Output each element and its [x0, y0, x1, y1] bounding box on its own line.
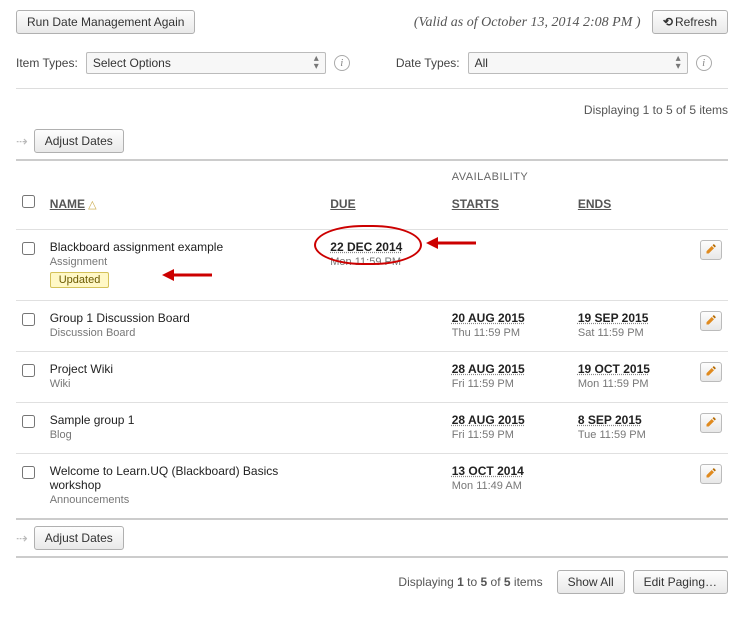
topbar-right: (Valid as of October 13, 2014 2:08 PM ) … — [414, 10, 728, 34]
table-row: Welcome to Learn.UQ (Blackboard) Basics … — [16, 454, 728, 519]
item-type: Assignment — [50, 256, 319, 268]
end-date[interactable]: 19 SEP 2015 — [578, 311, 688, 325]
select-all-checkbox[interactable] — [22, 195, 35, 208]
col-header-starts[interactable]: STARTS — [452, 197, 499, 211]
edit-row-button[interactable] — [700, 362, 722, 382]
refresh-icon: ⟳ — [663, 15, 673, 29]
start-date[interactable]: 28 AUG 2015 — [452, 413, 566, 427]
items-table: NAME△ DUE AVAILABILITY STARTS ENDS Black… — [16, 161, 728, 518]
info-icon[interactable]: i — [696, 55, 712, 71]
valid-as-of-text: (Valid as of October 13, 2014 2:08 PM ) — [414, 15, 641, 30]
move-arrow-icon: ⇢ — [16, 530, 28, 547]
edit-row-button[interactable] — [700, 311, 722, 331]
item-type: Wiki — [50, 378, 319, 390]
due-time: Mon 11:59 PM — [330, 256, 439, 268]
date-types-select[interactable]: All ▴▾ — [468, 52, 688, 74]
end-time: Tue 11:59 PM — [578, 429, 688, 441]
end-time: Sat 11:59 PM — [578, 327, 688, 339]
item-types-label: Item Types: — [16, 56, 78, 70]
item-name: Project Wiki — [50, 362, 319, 376]
table-row: Sample group 1 Blog 28 AUG 2015 Fri 11:5… — [16, 403, 728, 454]
pencil-icon — [705, 467, 717, 482]
start-time: Fri 11:59 PM — [452, 429, 566, 441]
edit-row-button[interactable] — [700, 240, 722, 260]
display-count-bottom: Displaying 1 to 5 of 5 items — [398, 575, 542, 589]
edit-row-button[interactable] — [700, 464, 722, 484]
table-row: Project Wiki Wiki 28 AUG 2015 Fri 11:59 … — [16, 352, 728, 403]
start-time: Fri 11:59 PM — [452, 378, 566, 390]
display-count-top: Displaying 1 to 5 of 5 items — [16, 89, 728, 125]
row-checkbox[interactable] — [22, 466, 35, 479]
item-name: Sample group 1 — [50, 413, 319, 427]
dropdown-arrows-icon: ▴▾ — [314, 55, 319, 71]
start-date[interactable]: 20 AUG 2015 — [452, 311, 566, 325]
table-row: Blackboard assignment example Assignment… — [16, 230, 728, 301]
item-types-select[interactable]: Select Options ▴▾ — [86, 52, 326, 74]
pencil-icon — [705, 365, 717, 380]
refresh-label: Refresh — [675, 15, 717, 29]
pencil-icon — [705, 416, 717, 431]
item-type: Discussion Board — [50, 327, 319, 339]
adjust-dates-button[interactable]: Adjust Dates — [34, 526, 124, 550]
annotation-arrow-icon — [162, 266, 212, 287]
end-date[interactable]: 19 OCT 2015 — [578, 362, 688, 376]
table-row: Group 1 Discussion Board Discussion Boar… — [16, 301, 728, 352]
move-arrow-icon: ⇢ — [16, 133, 28, 150]
col-header-due[interactable]: DUE — [330, 197, 355, 211]
dropdown-arrows-icon: ▴▾ — [676, 55, 681, 71]
sort-asc-icon: △ — [88, 199, 96, 211]
end-date[interactable]: 8 SEP 2015 — [578, 413, 688, 427]
start-time: Mon 11:49 AM — [452, 480, 566, 492]
item-types-value: Select Options — [93, 56, 171, 70]
item-type: Blog — [50, 429, 319, 441]
item-type: Announcements — [50, 494, 319, 506]
item-name: Blackboard assignment example — [50, 240, 319, 254]
start-date[interactable]: 13 OCT 2014 — [452, 464, 566, 478]
pencil-icon — [705, 243, 717, 258]
item-name: Welcome to Learn.UQ (Blackboard) Basics … — [50, 464, 319, 492]
start-date[interactable]: 28 AUG 2015 — [452, 362, 566, 376]
row-checkbox[interactable] — [22, 313, 35, 326]
adjust-dates-button[interactable]: Adjust Dates — [34, 129, 124, 153]
item-name: Group 1 Discussion Board — [50, 311, 319, 325]
refresh-button[interactable]: ⟳Refresh — [652, 10, 728, 34]
row-checkbox[interactable] — [22, 242, 35, 255]
row-checkbox[interactable] — [22, 415, 35, 428]
col-header-ends[interactable]: ENDS — [578, 197, 611, 211]
pencil-icon — [705, 314, 717, 329]
availability-group-label: AVAILABILITY — [452, 171, 566, 183]
show-all-button[interactable]: Show All — [557, 570, 625, 594]
date-types-value: All — [475, 56, 488, 70]
due-date[interactable]: 22 DEC 2014 — [330, 240, 439, 254]
end-time: Mon 11:59 PM — [578, 378, 688, 390]
info-icon[interactable]: i — [334, 55, 350, 71]
edit-row-button[interactable] — [700, 413, 722, 433]
row-checkbox[interactable] — [22, 364, 35, 377]
run-again-button[interactable]: Run Date Management Again — [16, 10, 195, 34]
start-time: Thu 11:59 PM — [452, 327, 566, 339]
date-types-label: Date Types: — [396, 56, 460, 70]
updated-badge: Updated — [50, 272, 110, 288]
col-header-name[interactable]: NAME — [50, 197, 85, 211]
edit-paging-button[interactable]: Edit Paging… — [633, 570, 728, 594]
